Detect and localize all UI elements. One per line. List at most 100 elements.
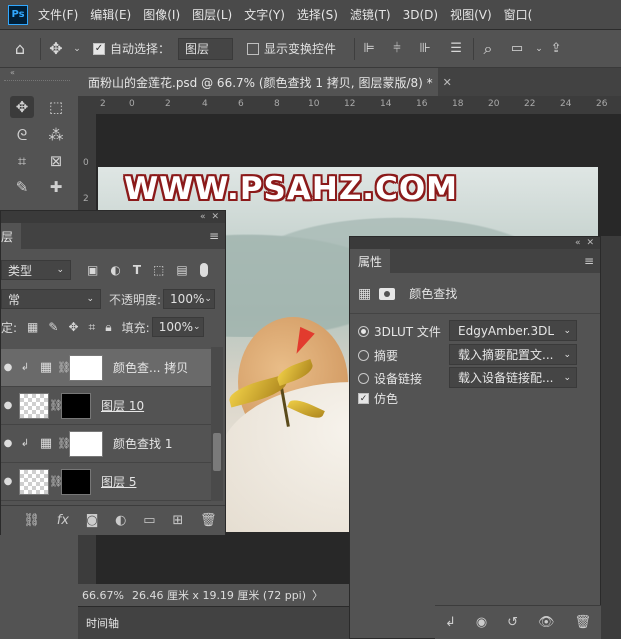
clip-to-layer-icon[interactable]: ↲ [445, 615, 456, 630]
device-link-dropdown[interactable]: 载入设备链接配... ⌄ [449, 367, 577, 388]
layer-name[interactable]: 颜色查找 1 [113, 435, 172, 452]
layer-thumbnail[interactable] [19, 392, 49, 419]
align-center-icon[interactable]: ⫩ [383, 41, 411, 56]
close-icon[interactable]: ✕ [443, 76, 452, 89]
lasso-tool-icon[interactable]: ᘓ [10, 124, 34, 146]
menu-window[interactable]: 窗口( [504, 6, 533, 23]
layer-mask-thumbnail[interactable] [61, 468, 91, 495]
filter-adjustment-icon[interactable]: ◐ [110, 263, 120, 277]
menu-3d[interactable]: 3D(D) [403, 8, 438, 22]
timeline-panel-tab[interactable]: 时间轴 [78, 606, 350, 639]
move-tool-icon[interactable]: ✥ [10, 96, 34, 118]
distribute-icon[interactable]: ☰ [439, 41, 473, 56]
dither-checkbox[interactable]: ✓ [358, 393, 369, 404]
scrollbar-thumb[interactable] [213, 433, 221, 471]
menu-image[interactable]: 图像(I) [143, 6, 180, 23]
move-tool-icon[interactable]: ✥ [41, 39, 71, 58]
layer-row[interactable]: ● ⛓︎ 图层 10 [1, 387, 211, 425]
properties-tab[interactable]: 属性 [350, 249, 391, 273]
magic-wand-icon[interactable]: ⁂ [44, 124, 68, 146]
chevron-down-icon[interactable]: ⌄ [71, 44, 83, 54]
close-icon[interactable]: ✕ [211, 212, 219, 222]
lut-file-radio[interactable] [358, 326, 369, 337]
link-icon[interactable]: ⛓︎ [49, 475, 63, 488]
close-icon[interactable]: ✕ [586, 238, 594, 248]
marquee-tool-icon[interactable]: ⬚ [44, 96, 68, 118]
layer-row[interactable]: ● ↲ ▦ ⛓︎ 颜色查... 拷贝 [1, 349, 211, 387]
visibility-eye-icon[interactable]: ● [1, 400, 15, 411]
lut-file-dropdown[interactable]: EdgyAmber.3DL ⌄ [449, 320, 577, 341]
filter-smart-object-icon[interactable]: ▤ [176, 263, 187, 277]
panel-menu-icon[interactable]: ≡ [209, 229, 219, 243]
layers-scrollbar[interactable] [211, 347, 223, 501]
visibility-eye-icon[interactable]: 👁︎ [538, 615, 555, 630]
fill-field[interactable]: 100% ⌄ [151, 317, 204, 337]
menu-edit[interactable]: 编辑(E) [90, 6, 131, 23]
layer-name[interactable]: 图层 5 [101, 473, 136, 490]
lock-all-icon[interactable]: 🔒︎ [105, 320, 111, 335]
new-group-icon[interactable]: ▭ [143, 513, 155, 528]
layer-name[interactable]: 颜色查... 拷贝 [113, 359, 188, 376]
visibility-eye-icon[interactable]: ● [1, 476, 15, 487]
visibility-eye-icon[interactable]: ● [1, 438, 15, 449]
chevron-down-icon[interactable]: ⌄ [532, 44, 546, 54]
layer-row[interactable]: ● ↲ ▦ ⛓︎ 颜色查找 1 [1, 425, 211, 463]
show-transform-checkbox[interactable] [247, 42, 260, 55]
link-icon[interactable]: ⛓︎ [49, 399, 63, 412]
menu-view[interactable]: 视图(V) [450, 6, 492, 23]
search-icon[interactable]: ⌕ [474, 39, 502, 59]
filter-pixel-icon[interactable]: ▣ [87, 263, 98, 277]
trash-icon[interactable]: 🗑︎ [200, 513, 217, 528]
menu-type[interactable]: 文字(Y) [244, 6, 285, 23]
menu-file[interactable]: 文件(F) [38, 6, 78, 23]
visibility-eye-icon[interactable]: ● [1, 362, 15, 373]
menu-select[interactable]: 选择(S) [297, 6, 338, 23]
document-tab[interactable]: 面粉山的金莲花.psd @ 66.7% (颜色查找 1 拷贝, 图层蒙版/8) … [78, 68, 452, 96]
new-layer-icon[interactable]: ⊞ [172, 513, 183, 528]
device-link-radio[interactable] [358, 373, 369, 384]
lock-artboard-icon[interactable]: ⌗ [89, 320, 96, 335]
reset-icon[interactable]: ↺ [507, 615, 518, 630]
mask-icon[interactable] [379, 287, 396, 300]
add-mask-icon[interactable]: ◙ [86, 513, 99, 528]
link-icon[interactable]: ⛓︎ [57, 361, 71, 374]
align-left-icon[interactable]: ⊫ [355, 41, 383, 56]
layer-mask-thumbnail[interactable] [61, 392, 91, 419]
link-layers-icon[interactable]: ⛓︎ [23, 513, 40, 528]
crop-tool-icon[interactable]: ⌗ [10, 150, 34, 172]
lock-transparent-icon[interactable]: ▦ [27, 320, 38, 334]
home-icon[interactable]: ⌂ [0, 39, 40, 58]
zoom-level[interactable]: 66.67% [82, 589, 124, 602]
layer-row[interactable]: ● ⛓︎ 图层 5 [1, 463, 211, 501]
menu-filter[interactable]: 滤镜(T) [350, 6, 391, 23]
filter-shape-icon[interactable]: ⬚ [153, 263, 164, 277]
abstract-radio[interactable] [358, 350, 369, 361]
fx-icon[interactable]: fx [57, 513, 69, 528]
layers-tab[interactable]: 层 [1, 223, 22, 249]
view-previous-icon[interactable]: ◉ [476, 615, 487, 630]
lock-pixels-icon[interactable]: ✎ [48, 320, 58, 334]
filter-type-icon[interactable]: T [133, 263, 141, 277]
opacity-field[interactable]: 100% ⌄ [163, 289, 216, 309]
eyedropper-icon[interactable]: ✎ [10, 176, 34, 198]
share-icon[interactable]: ⇪ [546, 41, 566, 56]
status-menu-arrow[interactable]: 〉 [312, 587, 323, 603]
panel-menu-icon[interactable]: ≡ [584, 254, 594, 268]
menu-layer[interactable]: 图层(L) [192, 6, 232, 23]
collapse-icon[interactable]: « [575, 238, 581, 248]
workspace-icon[interactable]: ▭ [502, 41, 532, 56]
link-icon[interactable]: ⛓︎ [57, 437, 71, 450]
auto-select-checkbox[interactable]: ✓ [93, 42, 105, 55]
collapse-icon[interactable]: « [200, 212, 206, 222]
abstract-dropdown[interactable]: 载入摘要配置文... ⌄ [449, 344, 577, 365]
frame-tool-icon[interactable]: ⊠ [44, 150, 68, 172]
new-adjustment-icon[interactable]: ◐ [115, 513, 126, 528]
auto-select-dropdown[interactable]: 图层 [178, 37, 234, 60]
lock-position-icon[interactable]: ✥ [68, 320, 78, 334]
collapse-icon[interactable]: « [10, 68, 15, 77]
layer-mask-thumbnail[interactable] [69, 354, 103, 381]
trash-icon[interactable]: 🗑︎ [574, 615, 591, 630]
layer-thumbnail[interactable] [19, 468, 49, 495]
healing-brush-icon[interactable]: ✚ [44, 176, 68, 198]
filter-type-dropdown[interactable]: 类型 ⌄ [1, 260, 71, 280]
